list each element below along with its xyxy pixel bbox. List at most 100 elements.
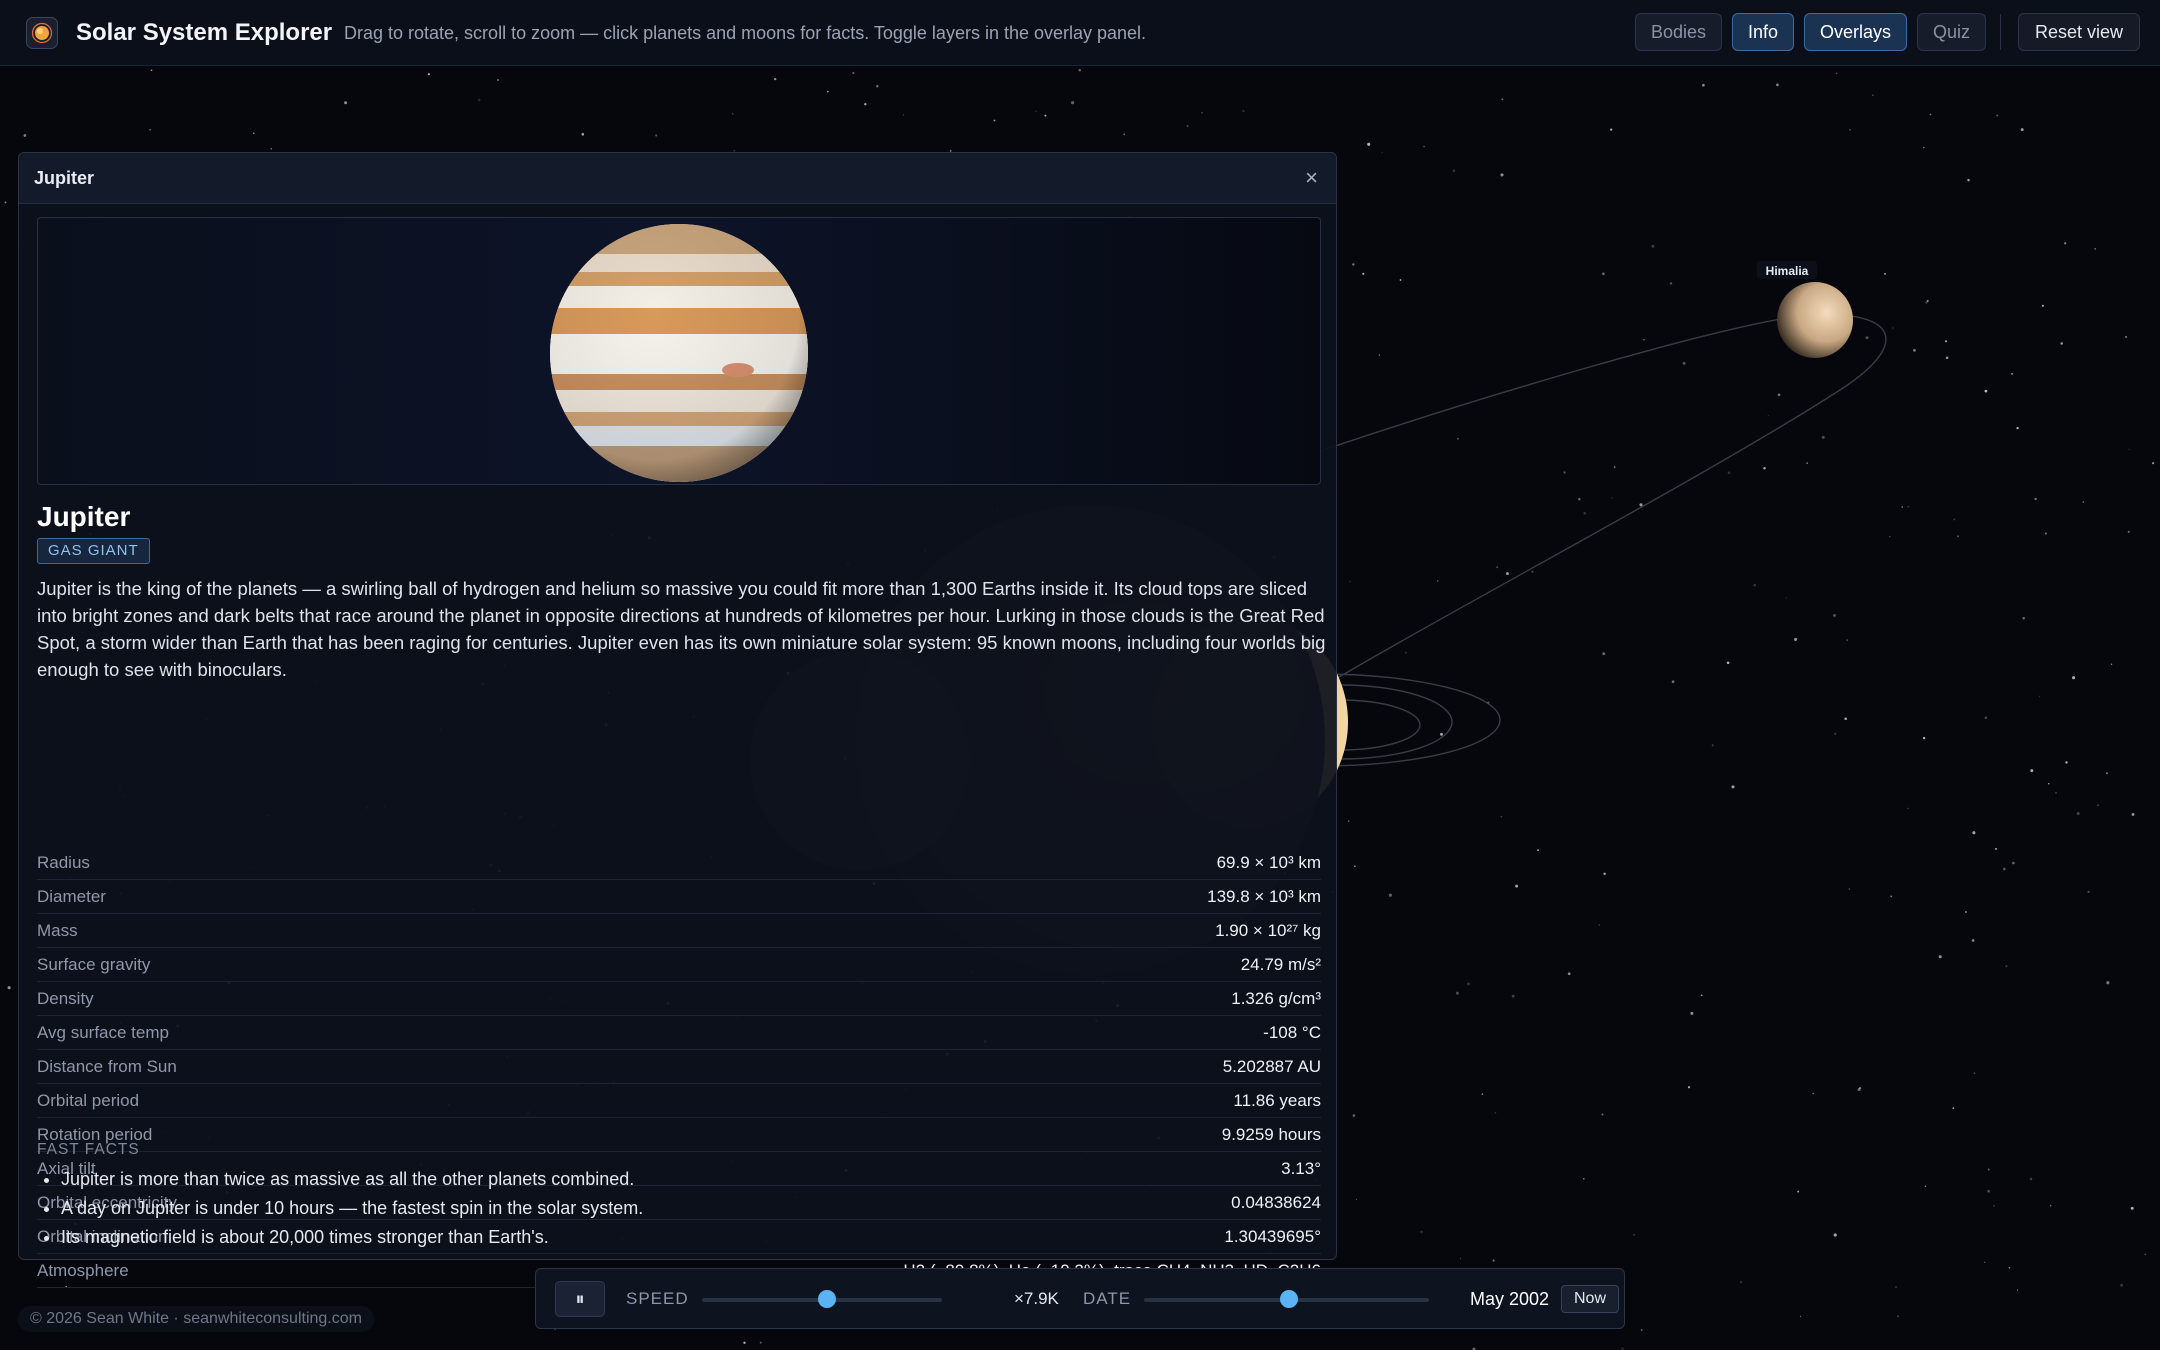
- star: [1423, 145, 1425, 148]
- star: [2008, 1266, 2011, 1269]
- star: [1776, 83, 1779, 87]
- star: [1907, 807, 1909, 810]
- star: [1797, 1190, 1800, 1193]
- fast-fact: Its magnetic field is about 20,000 times…: [61, 1223, 643, 1252]
- star: [1682, 361, 1686, 365]
- star: [1460, 1257, 1462, 1259]
- fact-label: Distance from Sun: [37, 1056, 177, 1076]
- star: [1996, 114, 1999, 117]
- star: [1690, 1011, 1694, 1015]
- star: [2094, 248, 2096, 250]
- star: [1924, 1185, 1927, 1187]
- star: [774, 77, 777, 81]
- star: [2064, 242, 2067, 245]
- himalia-moon[interactable]: [1777, 282, 1853, 358]
- date-thumb[interactable]: [1280, 1290, 1299, 1308]
- star: [1567, 972, 1571, 976]
- star: [1987, 1168, 1990, 1171]
- star: [1602, 272, 1605, 276]
- star: [1794, 637, 1798, 641]
- fact-label: Orbital period: [37, 1090, 140, 1110]
- quiz-button[interactable]: Quiz: [1917, 13, 1986, 51]
- star: [1071, 101, 1075, 105]
- fact-row: Distance from Sun 5.202887 AU: [37, 1050, 1321, 1084]
- star: [1846, 639, 1849, 642]
- fact-value: 1.326 g/cm³: [1231, 988, 1321, 1008]
- speed-thumb[interactable]: [817, 1290, 836, 1308]
- star: [2097, 804, 2099, 806]
- star: [344, 101, 348, 105]
- star: [1753, 583, 1756, 587]
- star: [270, 147, 273, 150]
- star: [2030, 769, 2034, 773]
- star: [1467, 982, 1470, 986]
- star: [1687, 1086, 1691, 1089]
- star: [1381, 151, 1383, 153]
- star: [1123, 133, 1125, 136]
- fact-row: Diameter 139.8 × 10³ km: [37, 880, 1321, 914]
- star: [1883, 272, 1887, 275]
- star: [1501, 98, 1504, 101]
- info-button[interactable]: Info: [1732, 13, 1794, 51]
- star: [1500, 815, 1503, 818]
- footer-credit[interactable]: © 2026 Sean White · seanwhiteconsulting.…: [18, 1306, 374, 1332]
- star: [1601, 1113, 1604, 1116]
- star: [23, 134, 27, 137]
- star: [731, 112, 734, 115]
- star: [1452, 169, 1456, 172]
- star: [1583, 511, 1586, 515]
- star: [1531, 570, 1534, 573]
- star: [253, 132, 255, 134]
- star: [1848, 888, 1851, 890]
- star: [2106, 981, 2110, 985]
- star: [902, 114, 904, 116]
- star: [1242, 109, 1245, 113]
- fact-label: Radius: [37, 852, 90, 872]
- star: [2144, 1253, 2146, 1255]
- star: [150, 69, 153, 72]
- star: [1731, 785, 1735, 789]
- overlays-button[interactable]: Overlays: [1804, 13, 1907, 51]
- star: [876, 85, 879, 88]
- star: [2072, 676, 2076, 680]
- star: [2016, 1289, 2019, 1291]
- bodies-button[interactable]: Bodies: [1635, 13, 1722, 51]
- himalia-label[interactable]: Himalia: [1766, 264, 1809, 278]
- star: [2041, 304, 2044, 307]
- star: [2034, 497, 2037, 501]
- star: [1973, 1072, 1976, 1075]
- star: [1515, 884, 1519, 888]
- star: [864, 103, 867, 106]
- star: [2020, 128, 2024, 132]
- star: [1890, 895, 1893, 898]
- star: [1984, 1261, 1986, 1263]
- star: [1726, 661, 1730, 665]
- star: [759, 1341, 762, 1344]
- star: [1833, 1233, 1837, 1237]
- star: [655, 134, 658, 137]
- star: [2044, 532, 2047, 535]
- now-button[interactable]: Now: [1561, 1285, 1620, 1313]
- fact-value: 24.79 m/s²: [1240, 954, 1321, 974]
- star: [1953, 518, 1956, 521]
- reset-view-button[interactable]: Reset view: [2018, 13, 2140, 51]
- star: [2131, 812, 2135, 816]
- toolbar-divider: [2000, 14, 2001, 50]
- planet-preview[interactable]: [37, 217, 1321, 485]
- star: [1621, 1347, 1624, 1350]
- star: [1993, 1205, 1995, 1207]
- fact-value: 9.9259 hours: [1221, 1124, 1321, 1144]
- star: [1806, 462, 1808, 464]
- star: [1945, 356, 1949, 360]
- pause-button[interactable]: ⏸: [555, 1281, 605, 1317]
- star: [1702, 83, 1705, 87]
- panel-header: Jupiter ×: [19, 153, 1336, 204]
- star: [2120, 1283, 2124, 1287]
- star: [1537, 849, 1539, 851]
- star: [1399, 279, 1402, 281]
- fact-value: -108 °C: [1263, 1022, 1321, 1042]
- star: [1740, 1281, 1742, 1284]
- star: [1613, 466, 1616, 468]
- close-icon[interactable]: ×: [1305, 165, 1318, 191]
- star: [826, 90, 829, 93]
